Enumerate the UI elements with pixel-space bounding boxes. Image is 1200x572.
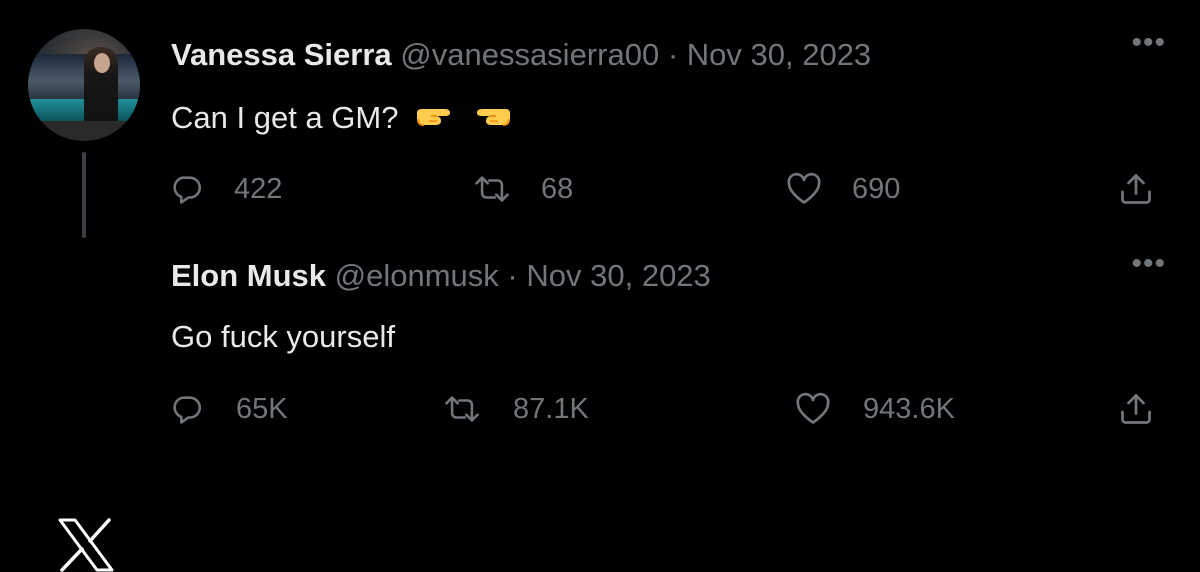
retweet-count: 87.1K: [513, 392, 589, 425]
more-icon[interactable]: •••: [1131, 26, 1166, 60]
like-count: 943.6K: [863, 392, 955, 425]
author-name[interactable]: Elon Musk: [171, 258, 326, 293]
separator-dot: ·: [507, 258, 518, 293]
like-button[interactable]: 690: [786, 167, 900, 211]
tweet-text-content: Can I get a GM?: [171, 100, 399, 135]
author-handle[interactable]: @elonmusk: [335, 258, 499, 293]
heart-icon: [787, 172, 821, 204]
retweet-count: 68: [541, 172, 574, 205]
retweet-button[interactable]: 68: [473, 167, 573, 211]
avatar-floor: [28, 121, 140, 141]
share-button[interactable]: [1118, 387, 1154, 431]
avatar[interactable]: [28, 29, 140, 141]
tweet-actions: 65K 87.1K 943.6K: [0, 387, 1200, 431]
tweet-text: Go fuck yourself: [171, 319, 395, 354]
retweet-button[interactable]: 87.1K: [443, 387, 589, 431]
more-icon[interactable]: •••: [1131, 247, 1166, 281]
tweet-actions: 422 68 690: [0, 167, 1200, 211]
avatar-face: [94, 53, 110, 73]
reply-icon: [173, 396, 202, 424]
x-logo-icon: [58, 518, 114, 572]
backhand-index-pointing-left-icon: [470, 101, 512, 139]
tweet-text: Can I get a GM?: [171, 99, 512, 139]
reply-count: 65K: [236, 392, 288, 425]
reply-count: 422: [234, 172, 283, 205]
share-button[interactable]: [1118, 167, 1154, 211]
tweet-date[interactable]: Nov 30, 2023: [526, 258, 710, 293]
like-count: 690: [852, 172, 901, 205]
retweet-icon: [445, 396, 479, 422]
tweet-date[interactable]: Nov 30, 2023: [687, 37, 871, 72]
separator-dot: ·: [667, 37, 679, 72]
tweet[interactable]: Elon Musk @elonmusk · Nov 30, 2023 ••• G…: [0, 240, 1200, 572]
heart-icon: [796, 392, 830, 424]
tweet-header: Vanessa Sierra @vanessasierra00 · Nov 30…: [171, 36, 871, 74]
share-icon: [1121, 394, 1151, 424]
retweet-icon: [475, 176, 509, 202]
like-button[interactable]: 943.6K: [795, 387, 955, 431]
reply-button[interactable]: 65K: [170, 387, 288, 431]
reply-icon: [173, 176, 202, 204]
backhand-index-pointing-right-icon: [415, 101, 457, 139]
tweet-header: Elon Musk @elonmusk · Nov 30, 2023: [171, 257, 711, 295]
tweet[interactable]: Vanessa Sierra @vanessasierra00 · Nov 30…: [0, 0, 1200, 240]
author-name[interactable]: Vanessa Sierra: [171, 37, 392, 72]
reply-button[interactable]: 422: [170, 167, 282, 211]
author-handle[interactable]: @vanessasierra00: [400, 37, 659, 72]
share-icon: [1121, 174, 1151, 204]
